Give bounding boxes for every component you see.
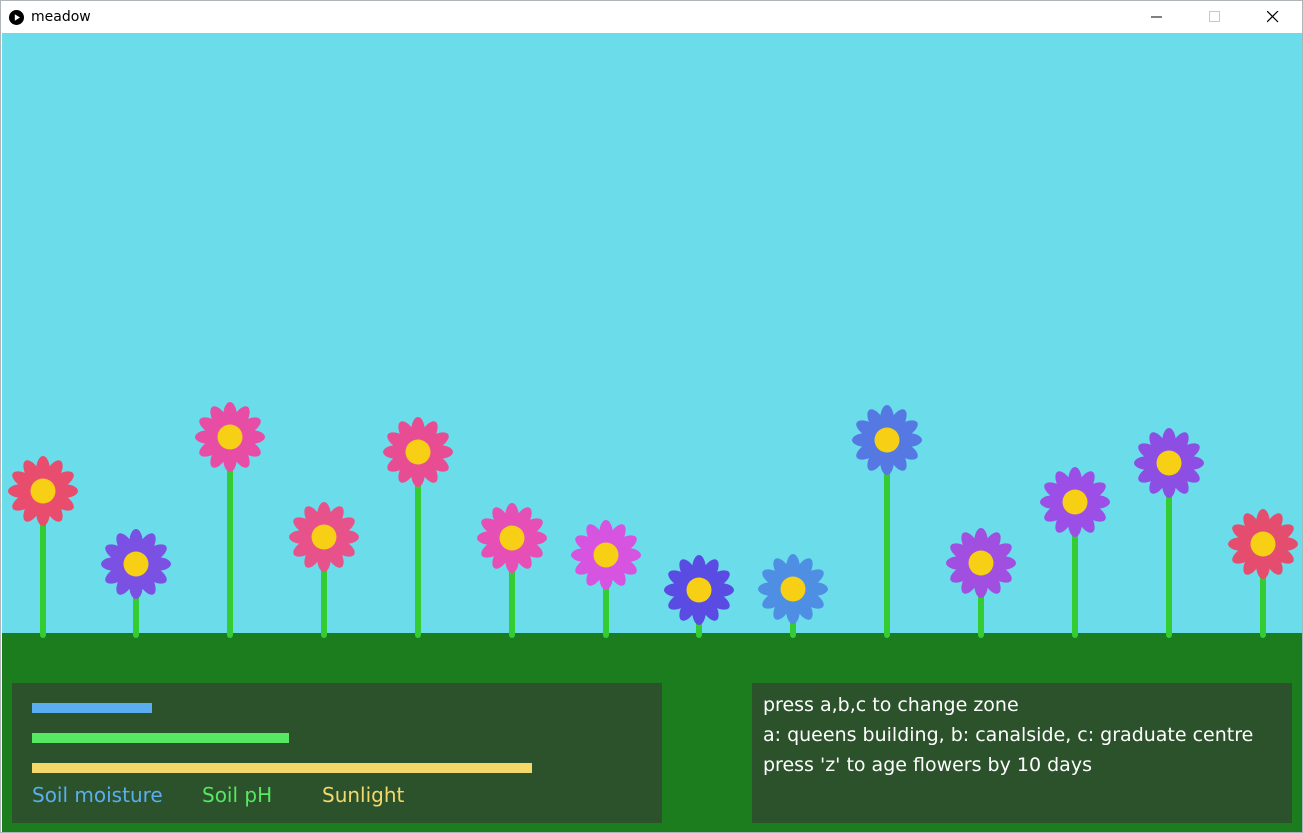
maximize-icon	[1209, 11, 1220, 22]
flower-center	[686, 577, 712, 603]
instruction-change-zone: press a,b,c to change zone	[763, 694, 1019, 716]
close-icon	[1267, 11, 1279, 23]
flower-center	[123, 551, 149, 577]
app-window: meadow Soil moisture Soil pH Sunlight pr…	[0, 0, 1303, 833]
flower	[101, 529, 171, 638]
flower-center	[30, 478, 56, 504]
flower	[1134, 428, 1204, 638]
flower	[1040, 467, 1110, 638]
meadow-canvas[interactable]: Soil moisture Soil pH Sunlight press a,b…	[2, 33, 1302, 832]
flower	[477, 503, 547, 638]
flower-center	[1250, 531, 1276, 557]
instruction-zone-list: a: queens building, b: canalside, c: gra…	[763, 724, 1254, 746]
window-title: meadow	[31, 9, 91, 25]
title-bar[interactable]: meadow	[1, 1, 1302, 33]
flower	[289, 502, 359, 638]
maximize-button[interactable]	[1186, 1, 1244, 33]
flower-center	[968, 550, 994, 576]
flower-center	[217, 424, 243, 450]
flower-center	[311, 524, 337, 550]
minimize-icon	[1151, 16, 1162, 18]
flower	[664, 555, 734, 638]
flower-center	[593, 542, 619, 568]
flower-center	[1156, 450, 1182, 476]
environment-panel: Soil moisture Soil pH Sunlight	[12, 683, 662, 823]
flower	[8, 456, 78, 638]
play-circle-icon	[9, 10, 24, 25]
flower-center	[405, 439, 431, 465]
flower-center	[874, 427, 900, 453]
flower	[383, 417, 453, 638]
soil-moisture-label: Soil moisture	[32, 783, 163, 807]
flower-center	[499, 525, 525, 551]
flower	[758, 554, 828, 638]
sunlight-label: Sunlight	[322, 783, 405, 807]
sunlight-bar	[32, 763, 532, 773]
instruction-age-flowers: press 'z' to age flowers by 10 days	[763, 754, 1092, 776]
flower-center	[780, 576, 806, 602]
flower	[1228, 509, 1298, 638]
flower	[946, 528, 1016, 638]
flower-center	[1062, 489, 1088, 515]
soil-ph-bar	[32, 733, 289, 743]
instructions-panel: press a,b,c to change zone a: queens bui…	[752, 683, 1292, 823]
flower	[852, 405, 922, 638]
flower	[195, 402, 265, 638]
soil-ph-label: Soil pH	[202, 783, 273, 807]
soil-moisture-bar	[32, 703, 152, 713]
close-button[interactable]	[1244, 1, 1302, 33]
flower	[571, 520, 641, 638]
flower-meadow	[8, 402, 1298, 638]
minimize-button[interactable]	[1128, 1, 1186, 33]
